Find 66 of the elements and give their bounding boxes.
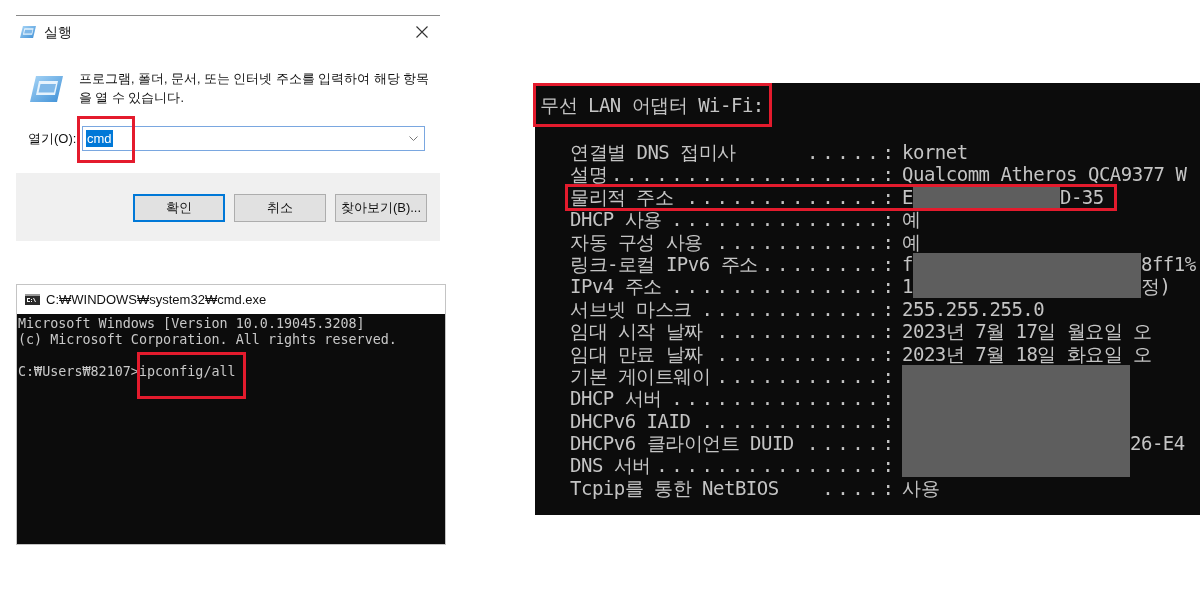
property-label: DHCP 사용 [570,208,662,231]
dialog-description: 프로그램, 폴더, 문서, 또는 인터넷 주소를 입력하여 해당 항목을 열 수 있습니다. [79,71,431,107]
property-value: 2023년 7월 18일 화요일 오 [902,342,1152,365]
leader-dots: . . . . . . . . . . . . . . : [671,208,891,231]
property-value: 사용 [902,476,939,500]
run-icon [20,26,36,38]
property-value: E [902,185,913,209]
adapter-heading: 무선 LAN 어댑터 Wi-Fi: [540,94,764,116]
property-label: 임대 만료 날짜 [570,342,703,365]
leader-dots: . . . . . . . . . . . . : [701,409,891,433]
console-prompt: C:₩Users₩82107> [18,364,139,380]
close-icon[interactable] [416,26,428,38]
leader-dots: . . . . : [822,476,891,500]
property-label: DHCPv6 클라이언트 DUID [570,432,794,455]
property-label: DNS 서버 [570,454,651,477]
property-value: 예 [902,208,921,231]
leader-dots: . . . . . . . . . . . : [716,230,891,253]
property-label: DHCPv6 IAID [570,409,691,433]
property-label: 물리적 주소 [570,185,674,209]
field-value: cmd [86,130,113,147]
dialog-button[interactable]: 찾아보기(B)... [335,194,427,222]
property-label: 임대 시작 날짜 [570,320,703,343]
console-line: (c) Microsoft Corporation. All rights reserved. [18,332,398,348]
property-label: 설명 [570,163,607,186]
property-label: DHCP 서버 [570,387,662,410]
property-value: 정) [1140,275,1171,298]
property-value: f [902,252,913,276]
leader-dots: . . . . . . . . . . . . . . : [671,275,891,298]
property-value: 8ff1% [1140,252,1196,276]
property-value: 255.255.255.0 [902,297,1045,321]
console-line: Microsoft Windows [Version 10.0.19045.3208] [18,316,366,332]
property-label: Tcpip를 통한 NetBIOS [570,476,779,500]
property-label: 서브넷 마스크 [570,297,692,321]
property-label: 기본 게이트웨이 [570,364,711,388]
leader-dots: . . . . . . . . . . . . . : [686,185,891,209]
property-value: 1 [902,275,913,298]
caret-icon[interactable] [409,136,418,141]
leader-dots: . . . . . . . . . . . . . . . . . . : [611,163,891,186]
dialog-title: 실행 [44,22,72,42]
run-icon [30,76,63,102]
property-value: D-35 [1059,185,1104,209]
console-title: C:₩WINDOWS₩system32₩cmd.exe [46,290,267,309]
leader-dots: . . . . . . . . . . . . . . . : [656,454,891,477]
console-icon [25,294,40,305]
property-label: IPv4 주소 [570,275,662,298]
property-value: 예 [902,230,921,253]
property-label: 링크-로컬 IPv6 주소 [570,252,758,276]
leader-dots: . . . . . . . . . . . . : [701,297,891,321]
dialog-button[interactable]: 취소 [234,194,326,222]
property-value: kornet [902,141,968,164]
property-label: 자동 구성 사용 [570,230,703,253]
leader-dots: . . . . . : [807,141,891,164]
property-value: 2023년 7월 17일 월요일 오 [902,320,1152,343]
leader-dots: . . . . . . . . . . . : [716,320,891,343]
leader-dots: . . . . . . . . : [761,252,891,276]
console-command: ipconfig/all [138,364,236,379]
field-label: 열기(O): [28,129,78,148]
leader-dots: . . . . . . . . . . . . . . : [671,387,891,410]
property-value: Qualcomm Atheros QCA9377 W [902,163,1187,186]
property-value: 26-E4 [1130,432,1185,455]
dialog-button[interactable]: 확인 [133,194,225,222]
leader-dots: . . . . . : [807,432,891,455]
leader-dots: . . . . . . . . . . . : [716,342,891,365]
property-label: 연결별 DNS 접미사 [570,141,736,164]
open-field[interactable]: cmd [82,126,425,151]
leader-dots: . . . . . . . . . . . : [716,364,891,388]
